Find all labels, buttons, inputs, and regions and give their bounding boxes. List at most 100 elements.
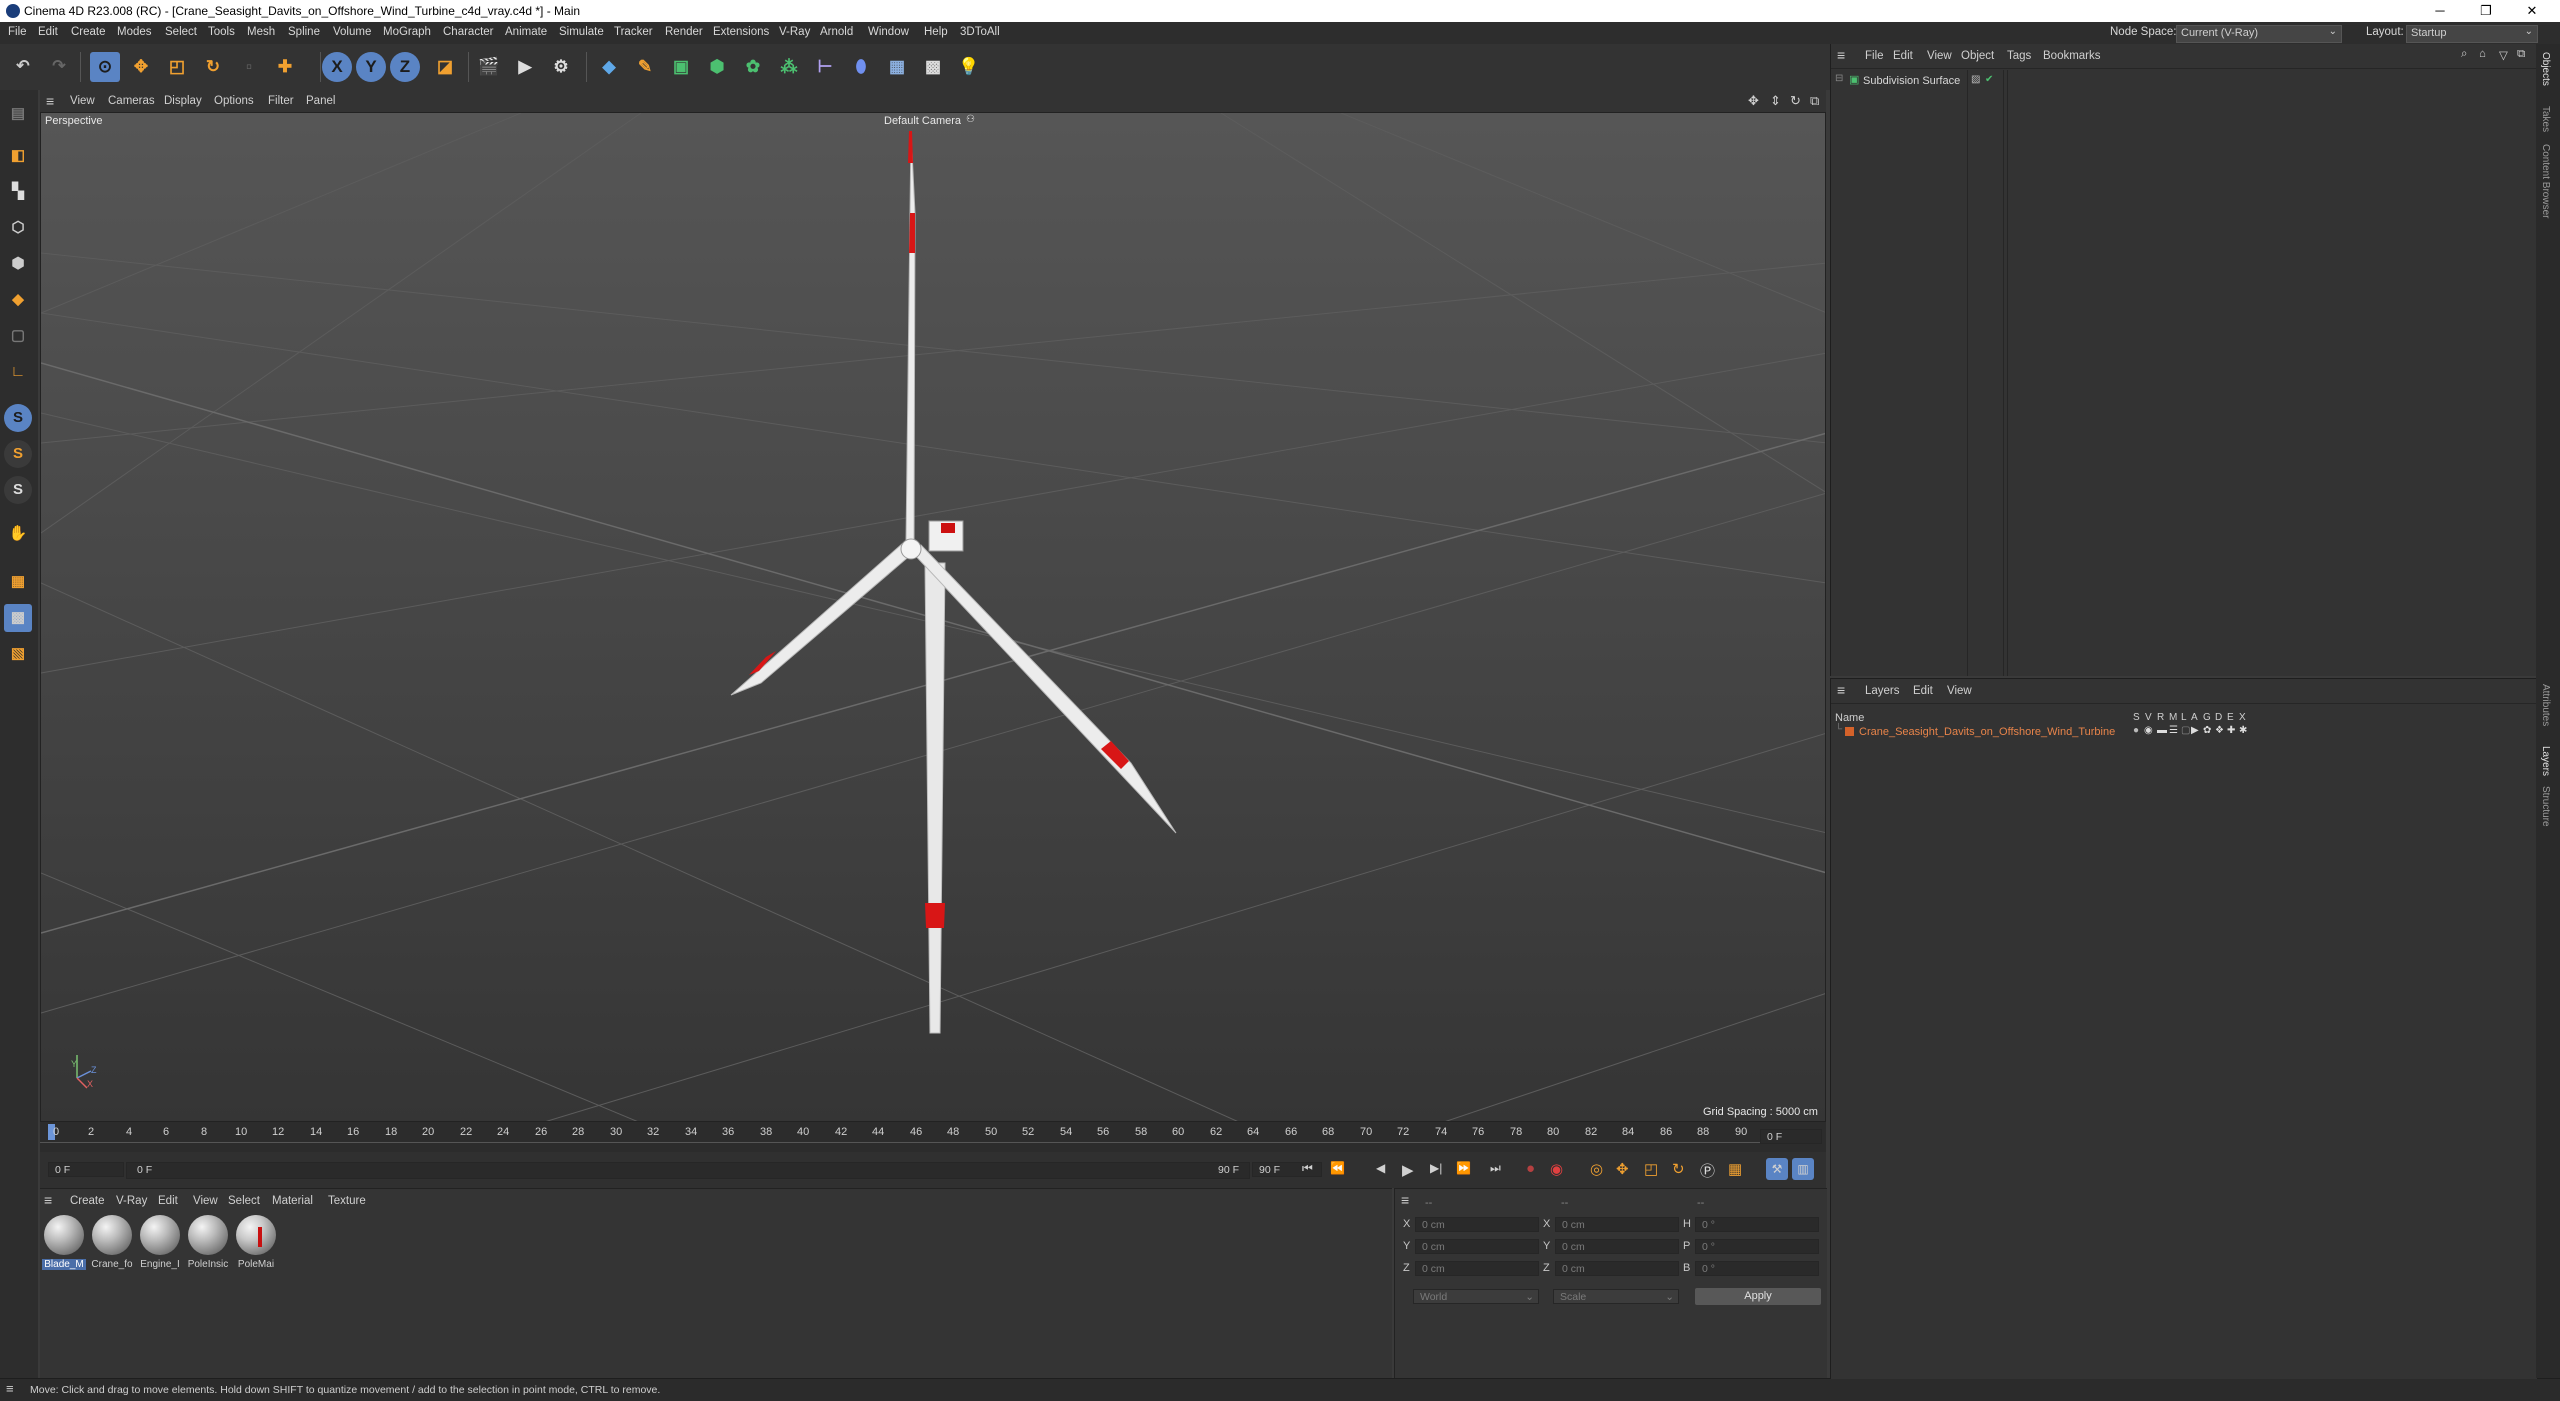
size-x-field[interactable]: 0 cm bbox=[1555, 1217, 1679, 1232]
manager-icon[interactable]: ☰ bbox=[2169, 725, 2178, 736]
pan-view-icon[interactable]: ✥ bbox=[1748, 93, 1759, 109]
mograph-cloner-icon[interactable]: ✿ bbox=[738, 52, 768, 82]
current-frame-field[interactable]: 0 F bbox=[1760, 1129, 1822, 1144]
material-blade[interactable] bbox=[44, 1215, 84, 1255]
key-scale-icon[interactable]: ◰ bbox=[1644, 1160, 1658, 1178]
hamburger-icon[interactable]: ≡ bbox=[1837, 47, 1845, 63]
layer-menu-edit[interactable]: Edit bbox=[1913, 685, 1933, 697]
maximize-button[interactable]: ❐ bbox=[2466, 2, 2506, 20]
pos-z-field[interactable]: 0 cm bbox=[1415, 1261, 1539, 1276]
key-pla-icon[interactable]: ▦ bbox=[1728, 1160, 1742, 1178]
obj-menu-bookmarks[interactable]: Bookmarks bbox=[2043, 50, 2101, 62]
menu-select[interactable]: Select bbox=[165, 26, 197, 38]
subdivision-icon[interactable]: ▣ bbox=[666, 52, 696, 82]
object-row[interactable]: ⊟ ▣ Subdivision Surface ▨ ✔ bbox=[1831, 73, 2537, 88]
undo-icon[interactable]: ↶ bbox=[8, 52, 38, 82]
menu-extensions[interactable]: Extensions bbox=[713, 26, 769, 38]
menu-tracker[interactable]: Tracker bbox=[614, 26, 653, 38]
lock-icon[interactable]: ▢ bbox=[2181, 725, 2190, 736]
menu-animate[interactable]: Animate bbox=[505, 26, 547, 38]
material-pole-main[interactable] bbox=[236, 1215, 276, 1255]
model-mode-icon[interactable]: ◧ bbox=[4, 142, 32, 170]
axis-y-lock-button[interactable]: Y bbox=[356, 52, 386, 82]
mat-menu-edit[interactable]: Edit bbox=[158, 1195, 178, 1207]
key-move-icon[interactable]: ✥ bbox=[1616, 1160, 1629, 1178]
rot-h-field[interactable]: 0 ° bbox=[1695, 1217, 1819, 1232]
make-editable-icon[interactable]: ▤ bbox=[4, 100, 32, 128]
start-frame-field[interactable]: 0 F bbox=[48, 1162, 124, 1177]
next-key-icon[interactable]: ⏩ bbox=[1456, 1161, 1471, 1175]
layer-color-swatch[interactable] bbox=[1845, 727, 1854, 736]
menu-create[interactable]: Create bbox=[71, 26, 106, 38]
menu-vray[interactable]: V-Ray bbox=[779, 26, 810, 38]
menu-arnold[interactable]: Arnold bbox=[820, 26, 853, 38]
go-to-end-icon[interactable]: ⏭ bbox=[1490, 1161, 1501, 1176]
deformers-icon[interactable]: ❖ bbox=[2215, 725, 2224, 736]
light-icon[interactable]: 💡 bbox=[954, 52, 984, 82]
view-eye-icon[interactable]: ◉ bbox=[2144, 725, 2153, 736]
obj-menu-file[interactable]: File bbox=[1865, 50, 1884, 62]
tab-objects[interactable]: Objects bbox=[2540, 52, 2551, 86]
render-region-icon[interactable]: 🎬 bbox=[474, 52, 504, 82]
pen-spline-icon[interactable]: ✎ bbox=[630, 52, 660, 82]
motion-system-icon[interactable]: ▥ bbox=[1792, 1158, 1814, 1180]
filter-icon[interactable]: ▽ bbox=[2499, 48, 2508, 62]
menu-mograph[interactable]: MoGraph bbox=[383, 26, 431, 38]
menu-simulate[interactable]: Simulate bbox=[559, 26, 604, 38]
animation-icon[interactable]: ▶ bbox=[2191, 725, 2199, 736]
solo-icon[interactable]: ● bbox=[2133, 725, 2139, 736]
uv-mode-icon[interactable]: ▢ bbox=[4, 322, 32, 350]
menu-character[interactable]: Character bbox=[443, 26, 494, 38]
rot-p-field[interactable]: 0 ° bbox=[1695, 1239, 1819, 1254]
menu-mesh[interactable]: Mesh bbox=[247, 26, 275, 38]
new-window-icon[interactable]: ⧉ bbox=[2517, 48, 2525, 61]
obj-menu-tags[interactable]: Tags bbox=[2007, 50, 2031, 62]
key-position-icon[interactable]: ◎ bbox=[1590, 1160, 1603, 1178]
tag-icon[interactable]: ⬮ bbox=[846, 52, 876, 82]
tab-takes[interactable]: Takes bbox=[2540, 106, 2551, 132]
rotate-icon[interactable]: ↻ bbox=[198, 52, 228, 82]
locked-workplane-icon[interactable]: ▩ bbox=[4, 604, 32, 632]
frame-range-slider[interactable]: 0 F 90 F bbox=[126, 1162, 1250, 1179]
size-mode-select[interactable]: Scale ⌄ bbox=[1553, 1289, 1679, 1304]
mat-menu-vray[interactable]: V-Ray bbox=[116, 1195, 147, 1207]
axis-z-lock-button[interactable]: Z bbox=[390, 52, 420, 82]
hamburger-icon[interactable]: ≡ bbox=[6, 1381, 14, 1396]
close-button[interactable]: ✕ bbox=[2512, 2, 2552, 20]
prev-key-icon[interactable]: ⏪ bbox=[1330, 1161, 1345, 1175]
soft-selection-button[interactable]: S bbox=[4, 476, 32, 504]
viewport-perspective[interactable]: Perspective Default Camera ⚇ Y Z X Grid … bbox=[40, 112, 1826, 1122]
timeline-window-icon[interactable]: ⚒ bbox=[1766, 1158, 1788, 1180]
visibility-toggle-icon[interactable]: ▨ bbox=[1971, 74, 1980, 85]
material-crane[interactable] bbox=[92, 1215, 132, 1255]
apply-button[interactable]: Apply bbox=[1695, 1288, 1821, 1305]
hamburger-icon[interactable]: ≡ bbox=[1401, 1192, 1409, 1208]
generators-icon[interactable]: ✿ bbox=[2203, 725, 2211, 736]
search-icon[interactable]: ⌕ bbox=[2461, 48, 2467, 61]
polygons-mode-icon[interactable]: ◆ bbox=[4, 286, 32, 314]
tab-layers[interactable]: Layers bbox=[2540, 746, 2551, 776]
redo-icon[interactable]: ↷ bbox=[44, 52, 74, 82]
home-icon[interactable]: ⌂ bbox=[2479, 48, 2486, 60]
axis-x-lock-button[interactable]: X bbox=[322, 52, 352, 82]
field-icon[interactable]: ⊢ bbox=[810, 52, 840, 82]
key-rotate-icon[interactable]: ↻ bbox=[1672, 1160, 1685, 1178]
size-y-field[interactable]: 0 cm bbox=[1555, 1239, 1679, 1254]
menu-help[interactable]: Help bbox=[924, 26, 948, 38]
pos-y-field[interactable]: 0 cm bbox=[1415, 1239, 1539, 1254]
camera-label[interactable]: Default Camera bbox=[884, 115, 961, 127]
step-back-icon[interactable]: ◀ bbox=[1376, 1161, 1385, 1175]
move-icon[interactable]: ✥ bbox=[126, 52, 156, 82]
render-view-icon[interactable]: ▶ bbox=[510, 52, 540, 82]
key-param-icon[interactable]: Ⓟ bbox=[1700, 1160, 1715, 1181]
vp-menu-view[interactable]: View bbox=[70, 95, 95, 107]
workplane-icon[interactable]: ▦ bbox=[4, 568, 32, 596]
camera-icon[interactable]: ▩ bbox=[918, 52, 948, 82]
expressions-icon[interactable]: ✚ bbox=[2227, 725, 2235, 736]
rotate-view-icon[interactable]: ↻ bbox=[1790, 93, 1801, 109]
size-z-field[interactable]: 0 cm bbox=[1555, 1261, 1679, 1276]
material-engine[interactable] bbox=[140, 1215, 180, 1255]
cube-icon[interactable]: ◆ bbox=[594, 52, 624, 82]
rot-b-field[interactable]: 0 ° bbox=[1695, 1261, 1819, 1276]
menu-file[interactable]: File bbox=[8, 26, 27, 38]
